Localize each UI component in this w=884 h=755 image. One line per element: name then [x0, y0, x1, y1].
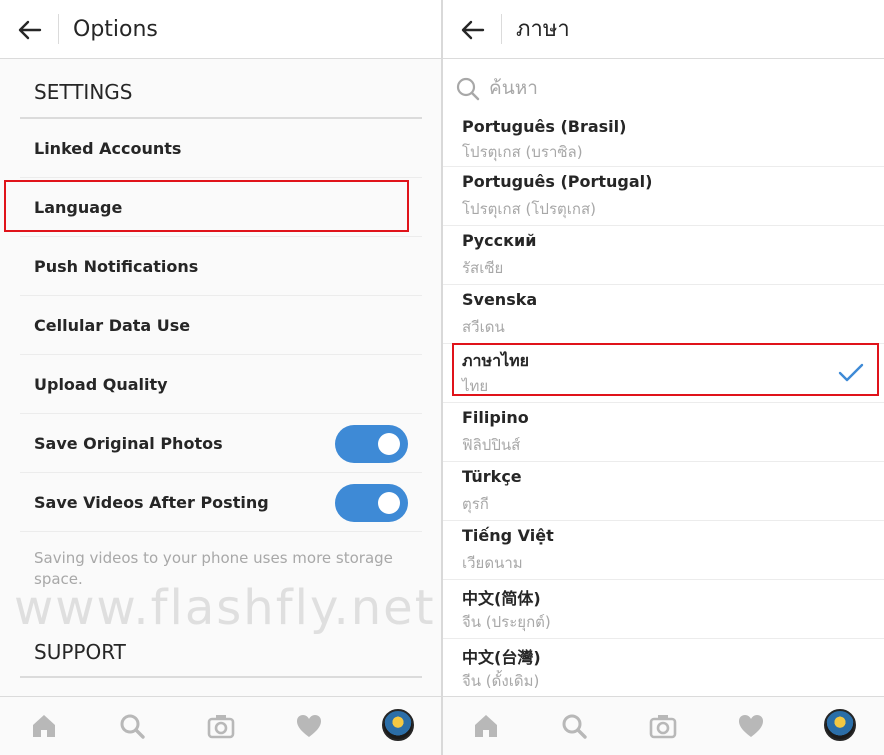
- page-title: ภาษา: [516, 17, 570, 42]
- heart-icon[interactable]: [736, 711, 766, 741]
- save-original-photos-toggle[interactable]: [335, 425, 408, 463]
- toggle-knob: [378, 433, 400, 455]
- thai-highlight-box: [452, 343, 879, 396]
- language-name: 中文(台灣): [462, 648, 541, 667]
- language-native-name: โปรตุเกส (บราซิล): [462, 143, 583, 161]
- support-section-header: SUPPORT: [34, 640, 126, 664]
- language-name: Türkçe: [462, 467, 522, 486]
- language-item[interactable]: 中文(简体) จีน (ประยุกต์): [443, 580, 884, 639]
- language-item[interactable]: 中文(台灣) จีน (ดั้งเดิม): [443, 639, 884, 698]
- bottom-tab-bar: [0, 696, 441, 755]
- language-name: Português (Portugal): [462, 172, 653, 191]
- home-icon[interactable]: [471, 711, 501, 741]
- language-header: ภาษา: [443, 0, 884, 59]
- home-icon[interactable]: [29, 711, 59, 741]
- support-divider: [20, 676, 422, 678]
- language-native-name: ฟิลิปปินส์: [462, 436, 521, 454]
- language-item[interactable]: Svenska สวีเดน: [443, 285, 884, 344]
- header-divider: [58, 14, 59, 44]
- heart-icon[interactable]: [294, 711, 324, 741]
- bottom-tab-bar: [443, 696, 884, 755]
- language-native-name: จีน (ดั้งเดิม): [462, 672, 540, 690]
- toggle-knob: [378, 492, 400, 514]
- language-name: 中文(简体): [462, 589, 541, 608]
- row-label: Linked Accounts: [34, 139, 182, 158]
- language-item[interactable]: Русский รัสเซีย: [443, 226, 884, 285]
- row-label: Cellular Data Use: [34, 316, 191, 335]
- row-label: Push Notifications: [34, 257, 199, 276]
- search-icon[interactable]: [117, 711, 147, 741]
- search-icon[interactable]: [559, 711, 589, 741]
- back-arrow-icon[interactable]: [15, 15, 45, 45]
- language-name: Tiếng Việt: [462, 526, 554, 545]
- search-input[interactable]: [489, 72, 849, 104]
- row-label: Save Videos After Posting: [34, 493, 269, 512]
- options-screen: Options SETTINGS Linked Accounts Languag…: [0, 0, 441, 755]
- language-item[interactable]: Türkçe ตุรกี: [443, 462, 884, 521]
- language-native-name: เวียดนาม: [462, 554, 523, 572]
- profile-avatar[interactable]: [382, 709, 414, 741]
- settings-section-header: SETTINGS: [34, 80, 133, 104]
- language-name: Filipino: [462, 408, 529, 427]
- language-native-name: รัสเซีย: [462, 259, 504, 277]
- header-divider: [501, 14, 502, 44]
- language-search-bar: [443, 60, 884, 116]
- camera-icon[interactable]: [206, 711, 236, 741]
- page-title: Options: [73, 17, 158, 42]
- language-name: Português (Brasil): [462, 117, 627, 136]
- save-videos-after-posting-row: Save Videos After Posting: [20, 473, 422, 532]
- options-header: Options: [0, 0, 441, 59]
- row-label: Save Original Photos: [34, 434, 223, 453]
- language-item[interactable]: Português (Brasil) โปรตุเกส (บราซิล): [443, 109, 884, 167]
- upload-quality-row[interactable]: Upload Quality: [20, 355, 422, 414]
- language-native-name: โปรตุเกส (โปรตุเกส): [462, 200, 596, 218]
- camera-icon[interactable]: [648, 711, 678, 741]
- language-screen: ภาษา Português (Brasil) โปรตุเกส (บราซิล…: [443, 0, 884, 755]
- language-item[interactable]: Filipino ฟิลิปปินส์: [443, 403, 884, 462]
- language-name: Русский: [462, 231, 537, 250]
- cellular-data-use-row[interactable]: Cellular Data Use: [20, 296, 422, 355]
- search-icon: [456, 77, 480, 101]
- language-item[interactable]: Português (Portugal) โปรตุเกส (โปรตุเกส): [443, 167, 884, 226]
- language-native-name: ตุรกี: [462, 495, 489, 513]
- save-videos-toggle[interactable]: [335, 484, 408, 522]
- back-arrow-icon[interactable]: [458, 15, 488, 45]
- push-notifications-row[interactable]: Push Notifications: [20, 237, 422, 296]
- profile-avatar[interactable]: [824, 709, 856, 741]
- language-highlight-box: [4, 180, 409, 232]
- save-original-photos-row: Save Original Photos: [20, 414, 422, 473]
- language-name: Svenska: [462, 290, 538, 309]
- row-label: Upload Quality: [34, 375, 168, 394]
- watermark: www.flashfly.net: [14, 580, 436, 636]
- language-item[interactable]: Tiếng Việt เวียดนาม: [443, 521, 884, 580]
- language-native-name: จีน (ประยุกต์): [462, 613, 551, 631]
- language-native-name: สวีเดน: [462, 318, 505, 336]
- linked-accounts-row[interactable]: Linked Accounts: [20, 119, 422, 178]
